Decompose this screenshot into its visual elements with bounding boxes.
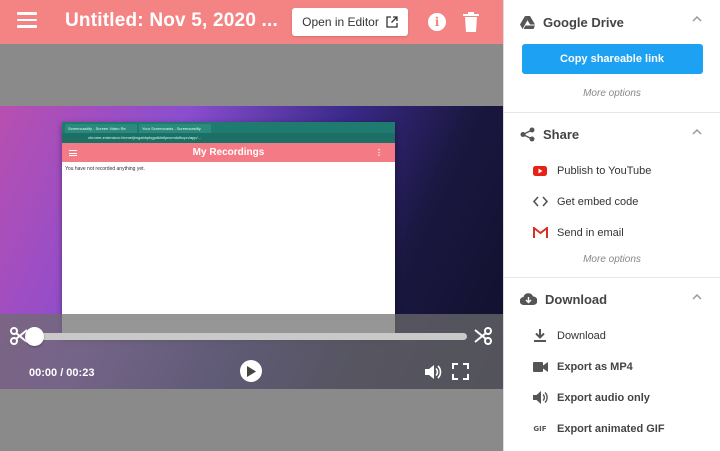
chevron-up-icon[interactable] (692, 14, 702, 24)
share-section: Share Publish to YouTube Get embed code … (504, 113, 720, 278)
video-camera-icon (532, 359, 548, 375)
get-embed-code-item[interactable]: Get embed code (504, 186, 720, 217)
trim-end-scissors-icon[interactable] (474, 326, 492, 346)
export-audio-label: Export audio only (557, 391, 650, 404)
get-embed-code-label: Get embed code (557, 195, 639, 208)
export-mp4-item[interactable]: Export as MP4 (504, 351, 720, 382)
volume-icon[interactable] (424, 363, 442, 381)
recorded-browser-window: Screencastify - Screen Video Re Your Scr… (62, 122, 395, 339)
timeline-scrubber[interactable] (25, 327, 44, 346)
recorded-tab: Screencastify - Screen Video Re (65, 124, 137, 133)
player-area: Untitled: Nov 5, 2020 ... Open in Editor… (0, 0, 503, 451)
share-sidebar: Google Drive Copy shareable link More op… (503, 0, 720, 451)
share-more-options[interactable]: More options (504, 254, 720, 265)
publish-to-youtube-label: Publish to YouTube (557, 164, 652, 177)
trash-icon[interactable] (463, 12, 479, 32)
export-mp4-label: Export as MP4 (557, 360, 633, 373)
download-item[interactable]: Download (504, 320, 720, 351)
gif-icon: GIF (533, 424, 547, 433)
send-in-email-item[interactable]: Send in email (504, 217, 720, 248)
drive-more-options[interactable]: More options (504, 88, 720, 99)
timeline-track[interactable] (34, 333, 467, 340)
open-in-editor-button[interactable]: Open in Editor (292, 8, 408, 36)
share-icon (520, 127, 535, 141)
gmail-icon (532, 225, 548, 241)
video-frame[interactable]: Screencastify - Screen Video Re Your Scr… (0, 106, 503, 389)
send-in-email-label: Send in email (557, 226, 624, 239)
download-section: Download Download Export as MP4 Export a… (504, 278, 720, 444)
recorded-url: chrome-extension://mmeijimgabbpbgpdklnll… (62, 133, 395, 143)
open-in-editor-label: Open in Editor (302, 15, 379, 29)
google-drive-header[interactable]: Google Drive (504, 0, 720, 44)
google-drive-section: Google Drive Copy shareable link More op… (504, 0, 720, 113)
code-icon (532, 194, 548, 210)
external-link-icon (386, 16, 398, 28)
download-title: Download (545, 291, 608, 307)
download-header[interactable]: Download (504, 278, 720, 320)
youtube-icon (532, 163, 548, 179)
recorded-app-title: My Recordings (192, 147, 265, 158)
cloud-download-icon (520, 293, 537, 305)
chevron-up-icon[interactable] (692, 127, 702, 137)
export-audio-item[interactable]: Export audio only (504, 382, 720, 413)
share-title: Share (543, 126, 580, 142)
recorded-more-icon: ⋮ (375, 148, 383, 157)
publish-to-youtube-item[interactable]: Publish to YouTube (504, 155, 720, 186)
google-drive-title: Google Drive (543, 14, 624, 30)
play-button[interactable] (240, 360, 262, 382)
share-header[interactable]: Share (504, 113, 720, 155)
export-gif-label: Export animated GIF (557, 422, 665, 435)
top-bar: Untitled: Nov 5, 2020 ... Open in Editor… (0, 0, 503, 44)
info-icon[interactable]: i (428, 13, 446, 31)
download-icon (532, 328, 548, 344)
recorded-tab: Your Screencasts - Screencastify (139, 124, 211, 133)
recorded-empty-message: You have not recorded anything yet. (65, 166, 145, 172)
chevron-up-icon[interactable] (692, 292, 702, 302)
menu-icon[interactable] (17, 12, 37, 32)
fullscreen-icon[interactable] (452, 363, 469, 380)
recorded-app-header: My Recordings ⋮ (62, 143, 395, 162)
recorded-tab-strip: Screencastify - Screen Video Re Your Scr… (62, 122, 395, 133)
download-label: Download (557, 329, 606, 342)
google-drive-icon (520, 15, 535, 29)
export-gif-item[interactable]: GIF Export animated GIF (504, 413, 720, 444)
timecode: 00:00 / 00:23 (29, 367, 95, 379)
recording-title[interactable]: Untitled: Nov 5, 2020 ... (65, 10, 278, 32)
speaker-icon (532, 390, 548, 406)
copy-shareable-link-button[interactable]: Copy shareable link (521, 44, 703, 74)
play-icon (247, 365, 256, 377)
recorded-menu-icon (69, 150, 77, 158)
